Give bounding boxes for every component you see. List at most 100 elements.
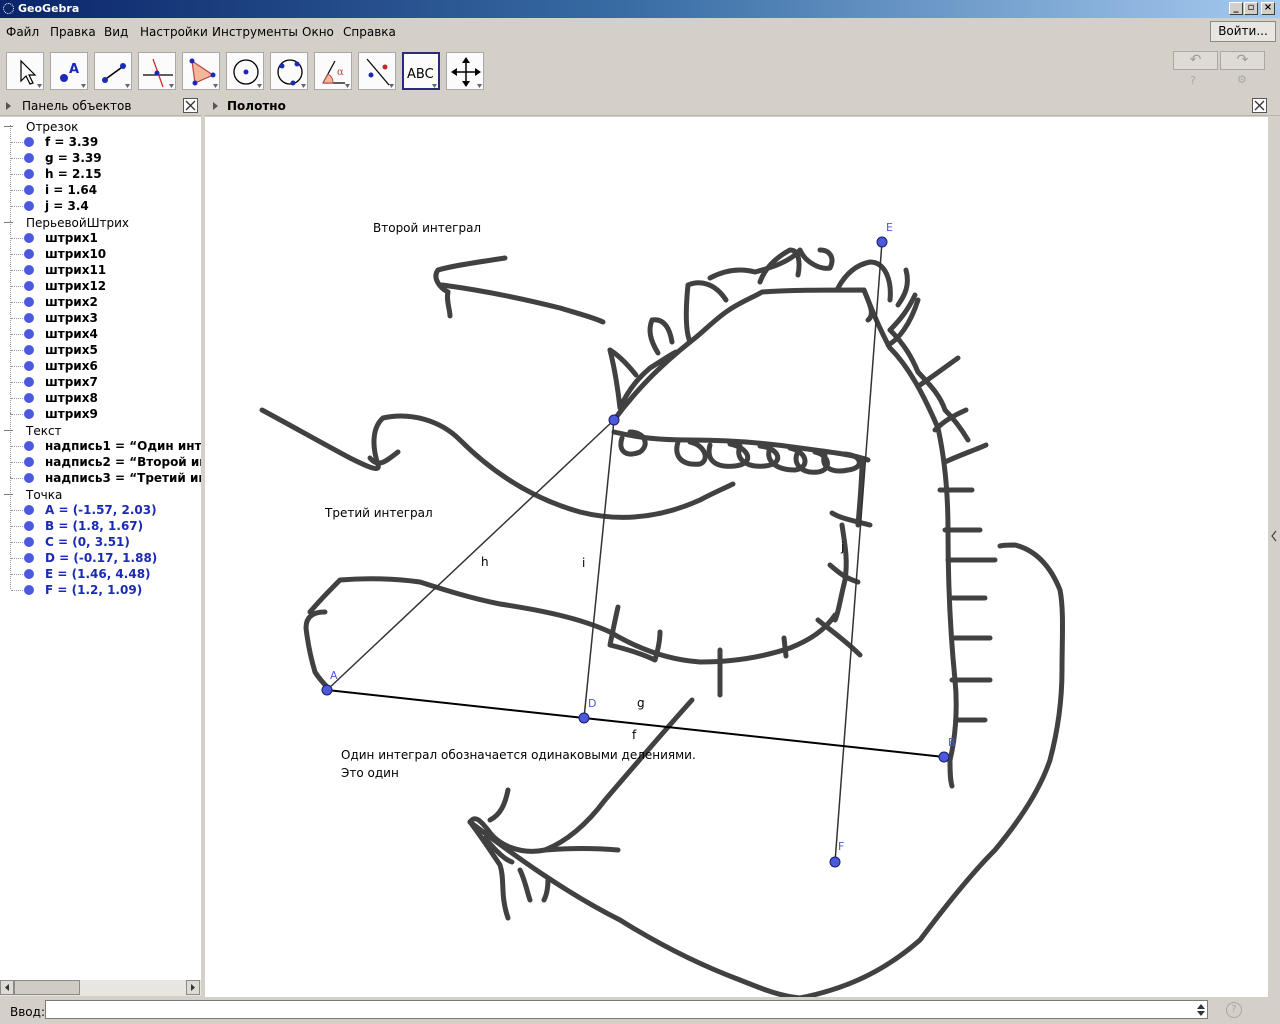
point-label-d: D	[588, 697, 597, 710]
text-tool-button[interactable]: ABC	[402, 52, 440, 90]
pen-stroke	[683, 280, 729, 345]
text-first-integral-line2[interactable]: Это один	[341, 766, 399, 780]
visibility-dot-icon[interactable]	[24, 185, 34, 195]
point-label-f: F	[838, 840, 845, 853]
visibility-dot-icon[interactable]	[24, 265, 34, 275]
reflect-tool-button[interactable]	[358, 52, 396, 90]
visibility-dot-icon[interactable]	[24, 377, 34, 387]
command-input[interactable]	[45, 1000, 1208, 1019]
circle-tool-button[interactable]	[226, 52, 264, 90]
visibility-dot-icon[interactable]	[24, 553, 34, 563]
visibility-dot-icon[interactable]	[24, 441, 34, 451]
pen-stroke	[307, 576, 838, 665]
visibility-dot-icon[interactable]	[24, 297, 34, 307]
move-tool-button[interactable]	[6, 52, 44, 90]
pen-stroke	[887, 327, 971, 443]
menu-bar: Файл Правка Вид Настройки Инструменты Ок…	[0, 19, 1280, 45]
segment-label-i: i	[582, 556, 586, 570]
segment-f	[326, 689, 585, 719]
pen-stroke	[861, 287, 874, 323]
point-a	[321, 684, 333, 696]
pen-stroke	[917, 355, 961, 388]
segment-label-f: f	[632, 728, 637, 742]
text-third-integral[interactable]: Третий интеграл	[325, 506, 433, 520]
pen-stroke	[303, 609, 333, 693]
algebra-panel-close-icon[interactable]	[183, 98, 198, 113]
panel-expand-triangle-icon[interactable]	[6, 102, 11, 110]
graphics-canvas[interactable]: Второй интеграл Третий интеграл Один инт…	[205, 117, 1268, 997]
toolbar: A α ABC ↶ ↷ ? ⚙	[0, 47, 1280, 97]
visibility-dot-icon[interactable]	[24, 505, 34, 515]
graphics-panel-close-icon[interactable]	[1252, 98, 1267, 113]
point-tool-button[interactable]: A	[50, 52, 88, 90]
visibility-dot-icon[interactable]	[24, 281, 34, 291]
menu-view[interactable]: Вид	[104, 25, 128, 39]
angle-tool-button[interactable]: α	[314, 52, 352, 90]
text-first-integral-line1[interactable]: Один интеграл обозначается одинаковыми д…	[341, 748, 696, 762]
menu-edit[interactable]: Правка	[50, 25, 96, 39]
graphics-panel-title: Полотно	[227, 99, 286, 113]
visibility-dot-icon[interactable]	[24, 345, 34, 355]
visibility-dot-icon[interactable]	[24, 521, 34, 531]
visibility-dot-icon[interactable]	[24, 393, 34, 403]
menu-window[interactable]: Окно	[302, 25, 334, 39]
scroll-right-icon[interactable]	[186, 980, 200, 995]
visibility-dot-icon[interactable]	[24, 537, 34, 547]
menu-help[interactable]: Справка	[343, 25, 396, 39]
visibility-dot-icon[interactable]	[24, 201, 34, 211]
visibility-dot-icon[interactable]	[24, 329, 34, 339]
menu-tools[interactable]: Инструменты	[212, 25, 298, 39]
perpendicular-tool-button[interactable]	[138, 52, 176, 90]
close-icon[interactable]: ×	[1261, 2, 1275, 15]
minimize-icon[interactable]: _	[1229, 2, 1243, 15]
conic-tool-button[interactable]	[270, 52, 308, 90]
point-e	[876, 236, 888, 248]
algebra-horizontal-scrollbar[interactable]	[0, 980, 201, 996]
algebra-view: Отрезок f = 3.39 g = 3.39 h = 2.15 i = 1…	[0, 117, 201, 980]
help-icon[interactable]: ?	[1190, 74, 1196, 87]
redo-button[interactable]: ↷	[1220, 51, 1265, 70]
polygon-tool-button[interactable]	[182, 52, 220, 90]
menu-file[interactable]: Файл	[6, 25, 39, 39]
undo-button[interactable]: ↶	[1173, 51, 1218, 70]
angle-icon: α	[322, 60, 350, 88]
visibility-dot-icon[interactable]	[24, 473, 34, 483]
segment-i	[583, 419, 615, 719]
scroll-thumb[interactable]	[14, 980, 80, 995]
visibility-dot-icon[interactable]	[24, 361, 34, 371]
scroll-left-icon[interactable]	[0, 980, 14, 995]
pen-stroke	[487, 787, 511, 823]
login-button[interactable]: Войти...	[1210, 21, 1276, 42]
point-a-icon: A	[60, 62, 86, 88]
visibility-dot-icon[interactable]	[24, 249, 34, 259]
visibility-dot-icon[interactable]	[24, 153, 34, 163]
settings-gear-icon[interactable]: ⚙	[1237, 73, 1247, 86]
pen-stroke	[942, 442, 989, 465]
visibility-dot-icon[interactable]	[24, 313, 34, 323]
text-second-integral[interactable]: Второй интеграл	[373, 221, 481, 235]
drawing-surface	[259, 236, 1065, 997]
visibility-dot-icon[interactable]	[24, 409, 34, 419]
window-title: GeoGebra	[18, 2, 80, 15]
input-history-arrows-icon[interactable]	[1196, 1003, 1206, 1017]
visibility-dot-icon[interactable]	[24, 569, 34, 579]
point-d	[578, 712, 590, 724]
visibility-dot-icon[interactable]	[24, 137, 34, 147]
segment-label-h: h	[481, 555, 489, 569]
input-help-icon[interactable]: ?	[1226, 1002, 1242, 1018]
line-tool-button[interactable]	[94, 52, 132, 90]
menu-settings[interactable]: Настройки	[140, 25, 208, 39]
side-expand-chevron-icon[interactable]	[1271, 530, 1277, 542]
move-view-tool-button[interactable]	[446, 52, 484, 90]
text-abc-icon: ABC	[407, 67, 437, 88]
point-label-e: E	[886, 221, 893, 234]
panel-expand-triangle-icon[interactable]	[213, 102, 218, 110]
perpendicular-line-icon	[143, 58, 174, 88]
restore-icon[interactable]: ▫	[1244, 2, 1258, 15]
visibility-dot-icon[interactable]	[24, 169, 34, 179]
visibility-dot-icon[interactable]	[24, 585, 34, 595]
point-label-a: A	[330, 669, 338, 682]
visibility-dot-icon[interactable]	[24, 233, 34, 243]
input-label: Ввод:	[10, 1005, 45, 1019]
visibility-dot-icon[interactable]	[24, 457, 34, 467]
